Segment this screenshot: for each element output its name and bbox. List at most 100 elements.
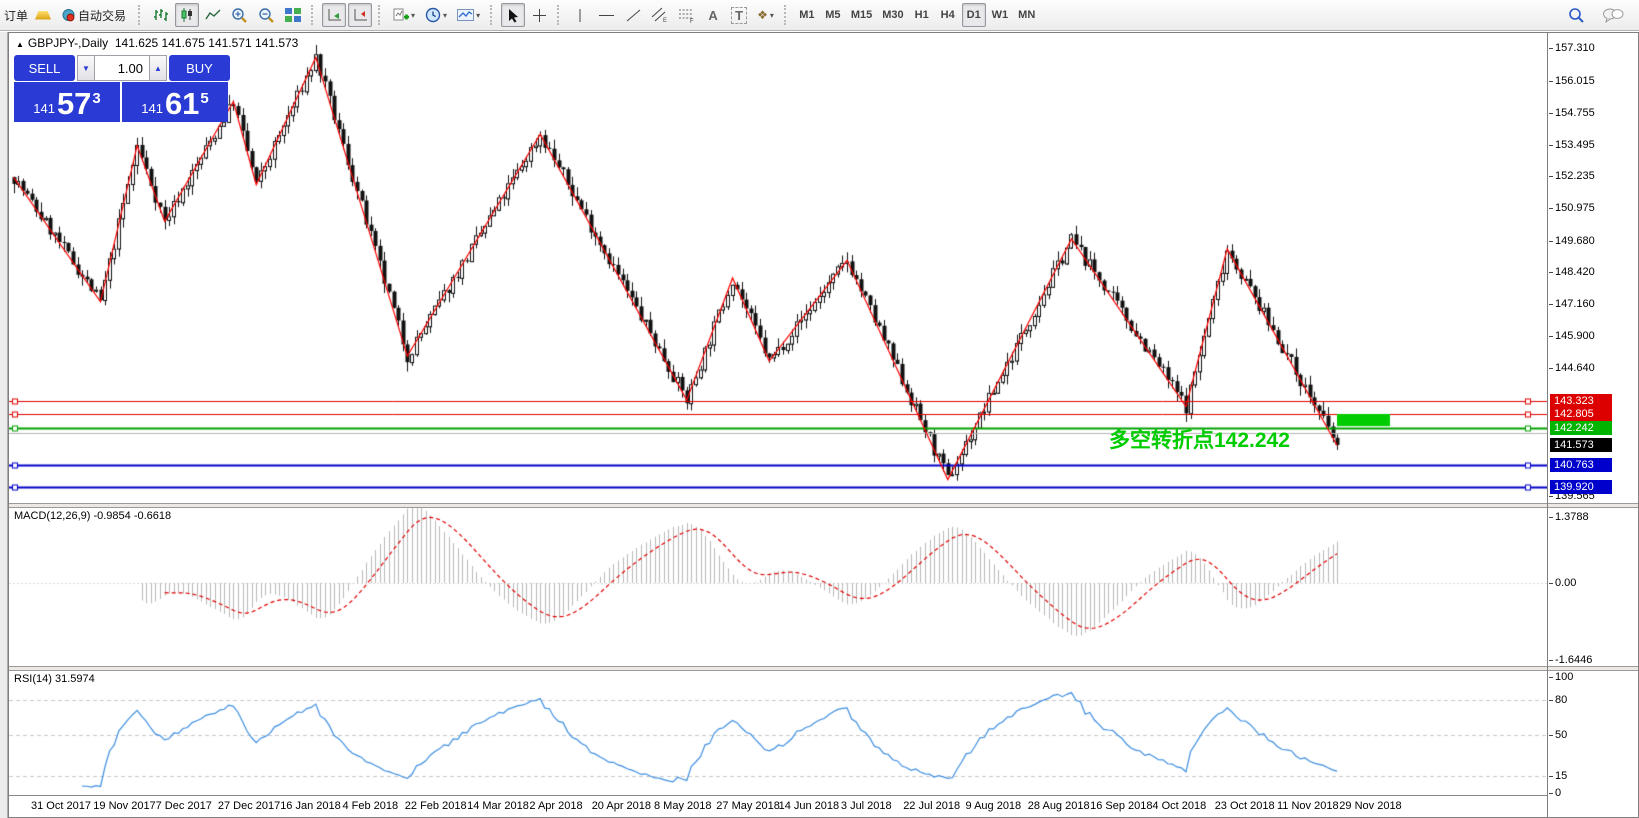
line-chart-button[interactable] bbox=[201, 3, 225, 27]
date-label: 14 Mar 2018 bbox=[467, 800, 529, 812]
zoom-out-button[interactable] bbox=[254, 3, 279, 27]
rsi-tick: 50 bbox=[1555, 729, 1567, 741]
toolbar-right-group bbox=[1563, 3, 1639, 27]
price-axis[interactable]: 157.310156.015154.755153.495152.235150.9… bbox=[1547, 33, 1638, 817]
sell-button[interactable]: SELL bbox=[14, 55, 75, 81]
trendline-tool-button[interactable] bbox=[621, 3, 645, 27]
one-click-trade-panel: SELL ▼ ▲ BUY 141 57 3 141 61 5 bbox=[14, 55, 230, 122]
price-tick: 147.160 bbox=[1555, 298, 1595, 310]
autotrading-icon bbox=[61, 8, 76, 23]
dropdown-caret-icon: ▾ bbox=[476, 11, 480, 20]
toolbar-grip[interactable] bbox=[557, 5, 562, 25]
macd-pane[interactable] bbox=[9, 508, 1547, 666]
toolbar-grip[interactable] bbox=[138, 5, 143, 25]
candlestick-chart-icon bbox=[180, 8, 194, 22]
timeframe-button-mn[interactable]: MN bbox=[1014, 3, 1039, 27]
trendline-icon bbox=[626, 8, 641, 23]
vertical-line-icon bbox=[574, 8, 586, 23]
periods-button[interactable]: ▾ bbox=[421, 3, 451, 27]
timeframe-button-h1[interactable]: H1 bbox=[910, 3, 934, 27]
chat-button[interactable] bbox=[1598, 3, 1628, 27]
zoom-in-icon bbox=[231, 7, 248, 24]
price-level-badge: 140.763 bbox=[1550, 458, 1612, 472]
rsi-tick: 80 bbox=[1555, 694, 1567, 706]
volume-down-button[interactable]: ▼ bbox=[77, 55, 95, 81]
price-tick: 154.755 bbox=[1555, 107, 1595, 119]
price-level-badge: 142.242 bbox=[1550, 421, 1612, 435]
search-button[interactable] bbox=[1564, 3, 1589, 27]
text-tool-button[interactable]: A bbox=[701, 3, 725, 27]
ohlc-values: 141.625 141.675 141.571 141.573 bbox=[115, 36, 299, 50]
ask-price-display[interactable]: 141 61 5 bbox=[122, 82, 228, 122]
bid-prefix: 141 bbox=[33, 99, 55, 119]
symbol-label: GBPJPY-,Daily bbox=[28, 36, 108, 50]
volume-up-button[interactable]: ▲ bbox=[149, 55, 167, 81]
zoom-in-button[interactable] bbox=[227, 3, 252, 27]
rsi-pane[interactable] bbox=[9, 671, 1547, 795]
date-label: 3 Jul 2018 bbox=[841, 800, 892, 812]
collapse-arrow-icon[interactable]: ▲ bbox=[16, 40, 24, 49]
fibonacci-tool-button[interactable]: F bbox=[674, 3, 699, 27]
left-dock-strip bbox=[0, 32, 8, 818]
fibonacci-icon: F bbox=[678, 7, 695, 23]
cursor-icon bbox=[507, 8, 520, 23]
bar-chart-button[interactable] bbox=[149, 3, 173, 27]
ask-prefix: 141 bbox=[141, 99, 163, 119]
trade-panel-price-row: 141 57 3 141 61 5 bbox=[14, 82, 230, 122]
price-chart-pane[interactable] bbox=[9, 33, 1547, 503]
vertical-line-tool-button[interactable] bbox=[568, 3, 592, 27]
chart-text-annotation[interactable]: 多空转折点142.242 bbox=[1109, 424, 1290, 454]
chat-icon bbox=[1602, 7, 1624, 23]
date-label: 14 Jun 2018 bbox=[779, 800, 840, 812]
toolbar-grip[interactable] bbox=[490, 5, 495, 25]
indicators-button[interactable]: ▾ bbox=[389, 3, 419, 27]
equidistant-channel-tool-button[interactable]: E bbox=[647, 3, 672, 27]
price-tick: 153.495 bbox=[1555, 139, 1595, 151]
timeframe-button-w1[interactable]: W1 bbox=[988, 3, 1013, 27]
date-label: 7 Dec 2017 bbox=[156, 800, 212, 812]
timeframe-button-m30[interactable]: M30 bbox=[878, 3, 907, 27]
chart-shift-button[interactable] bbox=[348, 3, 372, 27]
timeframe-button-m5[interactable]: M5 bbox=[821, 3, 845, 27]
timeframe-button-d1[interactable]: D1 bbox=[962, 3, 986, 27]
macd-tick: -1.6446 bbox=[1555, 654, 1592, 666]
indicators-icon bbox=[393, 8, 409, 23]
timeframe-group: M1M5M15M30H1H4D1W1MN bbox=[794, 3, 1040, 27]
buy-button[interactable]: BUY bbox=[169, 55, 230, 81]
timeframe-button-m15[interactable]: M15 bbox=[847, 3, 876, 27]
toolbar-grip[interactable] bbox=[311, 5, 316, 25]
bid-price-display[interactable]: 141 57 3 bbox=[14, 82, 120, 122]
horizontal-line-icon bbox=[598, 9, 615, 22]
channel-icon: E bbox=[651, 7, 668, 23]
timeframe-button-m1[interactable]: M1 bbox=[795, 3, 819, 27]
auto-scroll-button[interactable] bbox=[322, 3, 346, 27]
date-axis[interactable]: 31 Oct 201719 Nov 20177 Dec 201727 Dec 2… bbox=[9, 795, 1547, 818]
gold-ingot-icon[interactable] bbox=[31, 3, 55, 27]
tile-windows-button[interactable] bbox=[281, 3, 305, 27]
price-level-badge: 143.323 bbox=[1550, 394, 1612, 408]
new-order-button[interactable]: 订单 bbox=[4, 7, 28, 24]
line-chart-icon bbox=[205, 8, 221, 22]
cursor-button[interactable] bbox=[501, 3, 525, 27]
toolbar-grip[interactable] bbox=[784, 5, 789, 25]
candlestick-chart-button[interactable] bbox=[175, 3, 199, 27]
date-label: 20 Apr 2018 bbox=[592, 800, 651, 812]
chart-window: 31 Oct 201719 Nov 20177 Dec 201727 Dec 2… bbox=[8, 32, 1639, 818]
chart-title: ▲ GBPJPY-,Daily 141.625 141.675 141.571 1… bbox=[16, 36, 298, 50]
volume-input[interactable] bbox=[95, 55, 149, 81]
autotrading-button[interactable]: 自动交易 bbox=[57, 3, 132, 27]
date-label: 29 Nov 2018 bbox=[1339, 800, 1401, 812]
price-level-badge: 141.573 bbox=[1550, 438, 1612, 452]
templates-button[interactable]: ▾ bbox=[453, 3, 484, 27]
text-label-icon: T bbox=[731, 7, 747, 24]
macd-tick: 0.00 bbox=[1555, 577, 1576, 589]
date-label: 11 Nov 2018 bbox=[1277, 800, 1339, 812]
date-label: 16 Sep 2018 bbox=[1090, 800, 1152, 812]
horizontal-line-tool-button[interactable] bbox=[594, 3, 619, 27]
text-label-tool-button[interactable]: T bbox=[727, 3, 751, 27]
toolbar-grip[interactable] bbox=[378, 5, 383, 25]
arrows-tool-button[interactable]: ❖ ▾ bbox=[753, 3, 778, 27]
timeframe-button-h4[interactable]: H4 bbox=[936, 3, 960, 27]
date-label: 16 Jan 2018 bbox=[280, 800, 341, 812]
crosshair-button[interactable] bbox=[527, 3, 551, 27]
